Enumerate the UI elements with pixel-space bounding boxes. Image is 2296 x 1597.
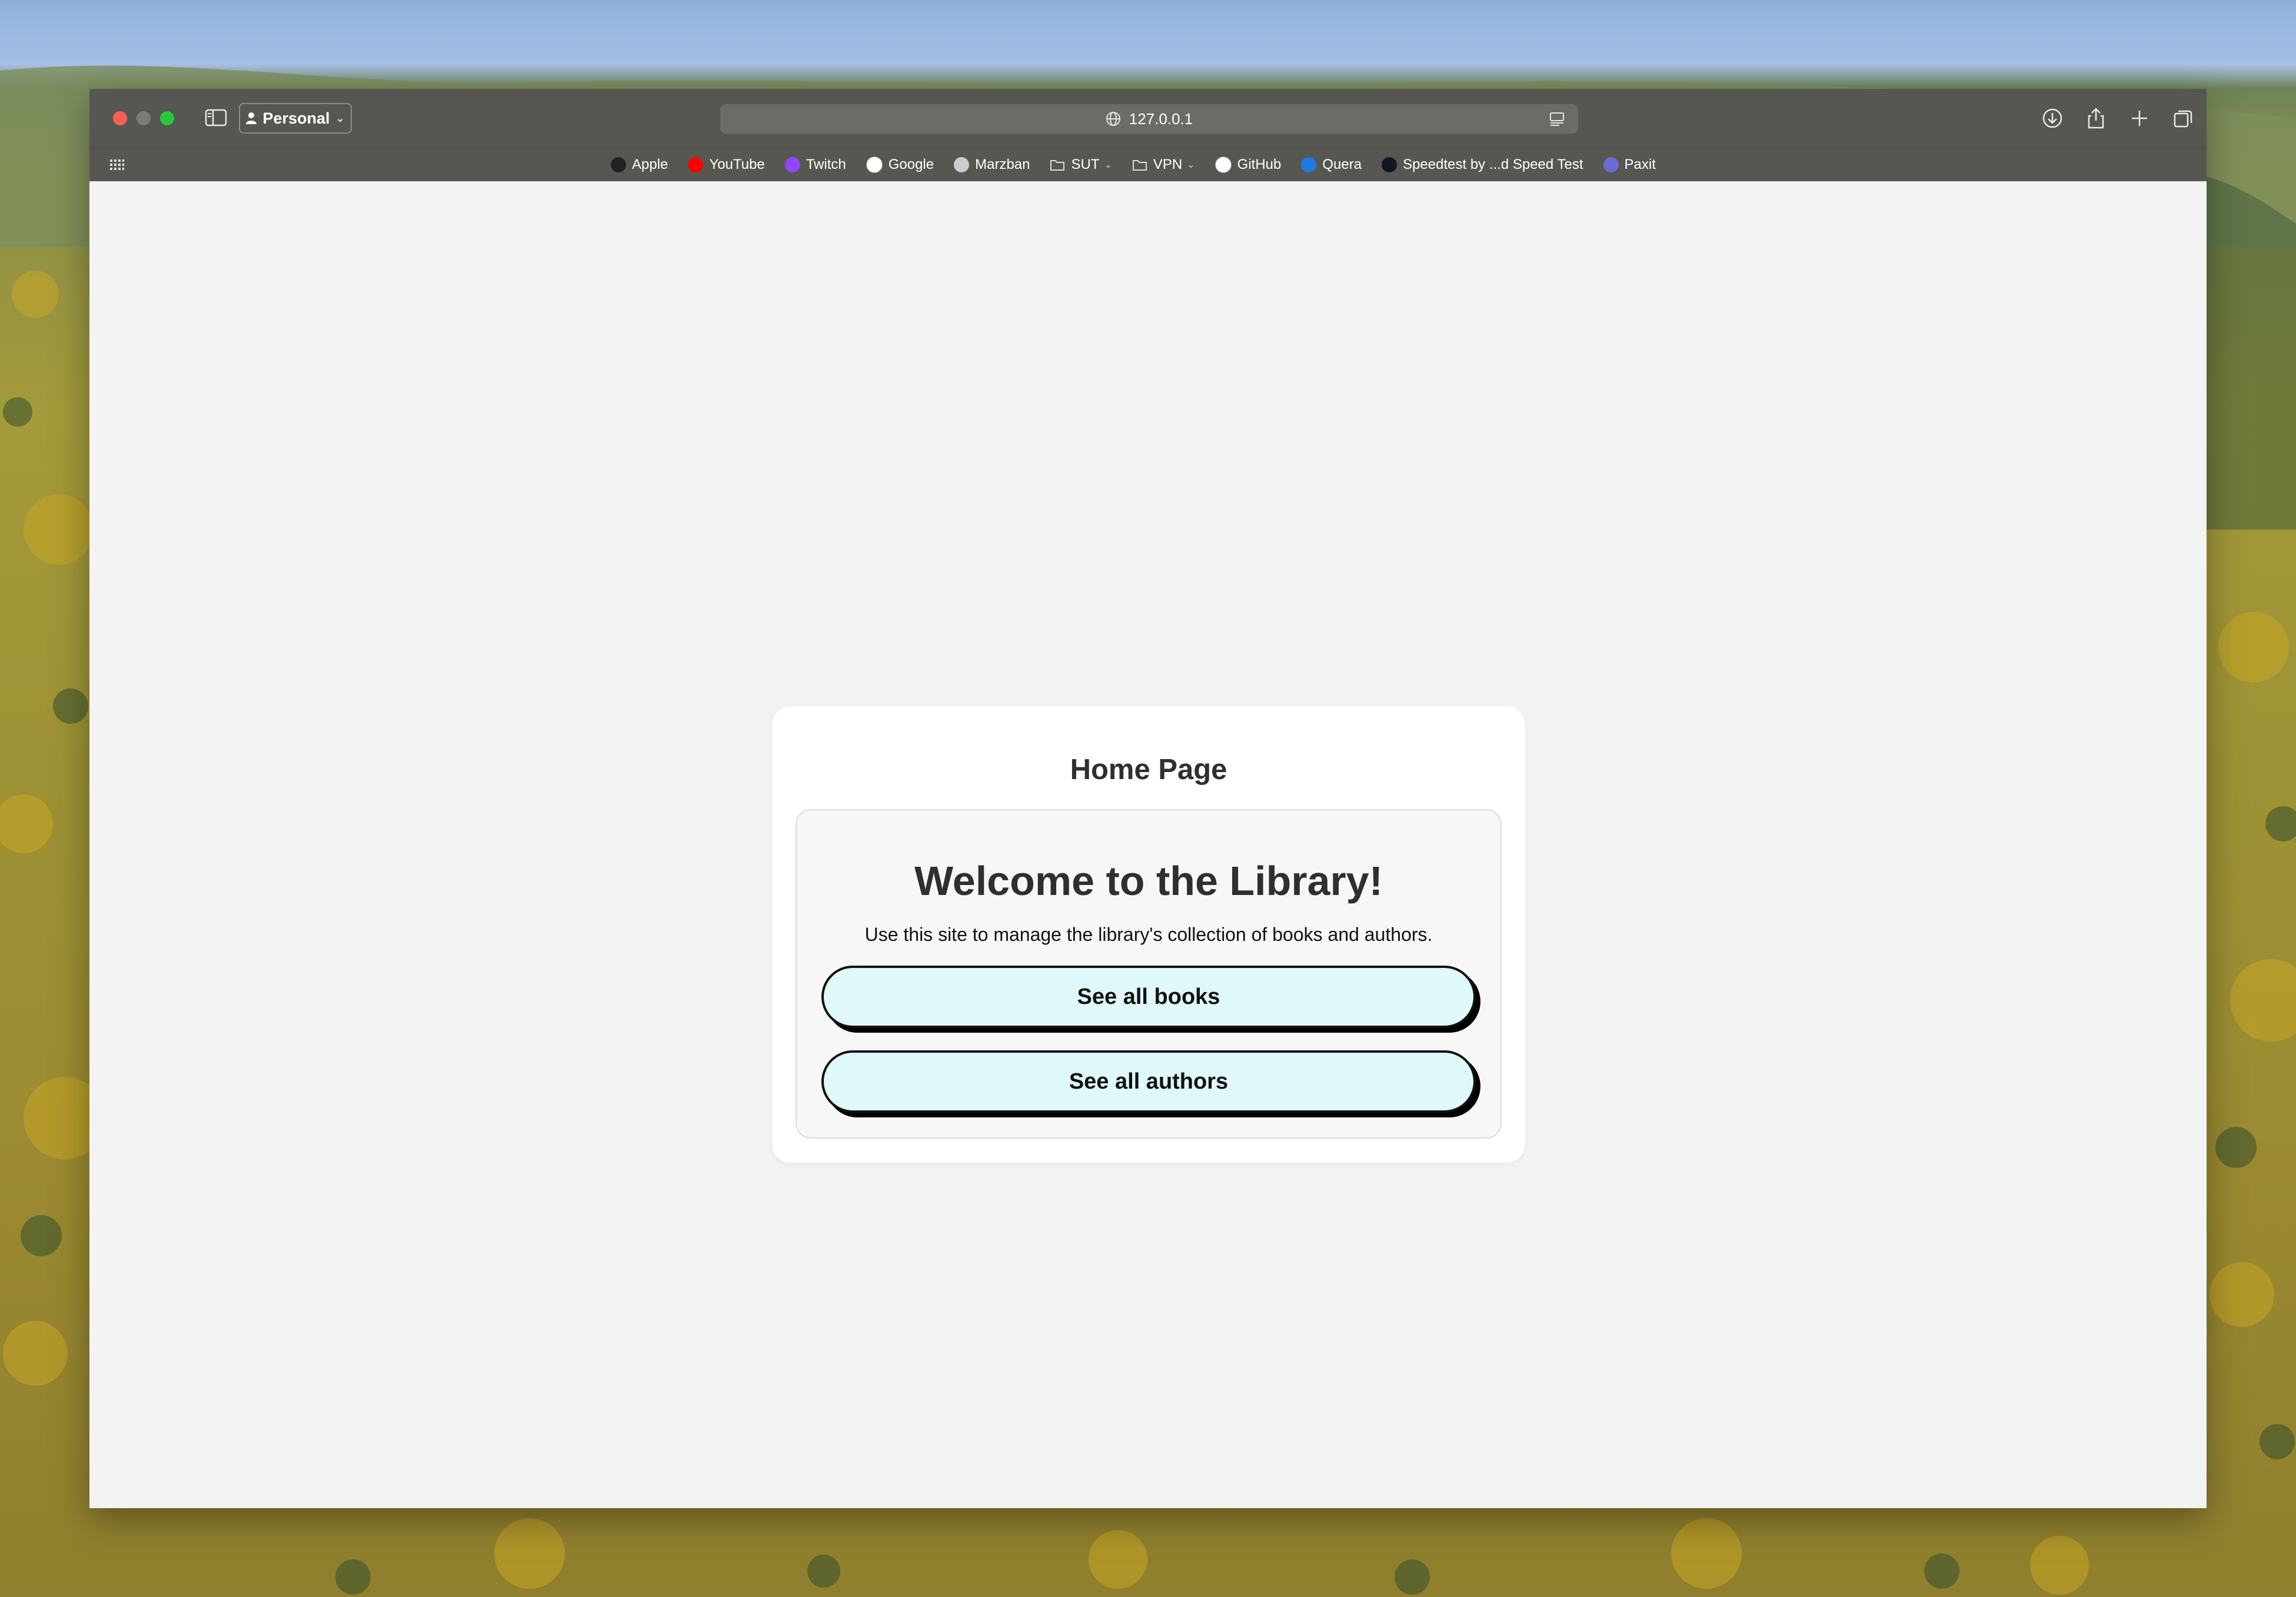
bookmark-list: Apple YouTube Twitch Google Marzban SUT ⌄ VPN ⌄ G… <box>611 148 1656 181</box>
bookmark-github[interactable]: GitHub <box>1214 157 1282 173</box>
bookmark-twitch[interactable]: Twitch <box>784 157 846 173</box>
bookmark-google[interactable]: Google <box>866 157 934 173</box>
bookmarks-bar: Apple YouTube Twitch Google Marzban SUT ⌄ VPN ⌄ G… <box>89 148 2207 181</box>
quera-icon <box>1301 157 1317 172</box>
profile-label: Personal <box>262 109 330 127</box>
chevron-down-icon: ⌄ <box>1187 160 1195 170</box>
folder-icon <box>1132 157 1147 172</box>
see-all-books-button[interactable]: See all books <box>821 966 1476 1028</box>
youtube-icon <box>688 157 704 172</box>
close-window-button[interactable] <box>113 111 127 125</box>
chevron-down-icon: ⌄ <box>335 112 345 124</box>
marzban-icon <box>954 157 970 172</box>
twitch-icon <box>784 157 800 172</box>
apple-icon <box>611 157 626 172</box>
bookmark-apple[interactable]: Apple <box>611 157 668 173</box>
bookmark-label: Speedtest by ...d Speed Test <box>1403 157 1583 172</box>
bookmark-label: SUT <box>1071 157 1100 172</box>
download-icon[interactable] <box>2041 107 2064 130</box>
bookmark-youtube[interactable]: YouTube <box>688 157 765 173</box>
github-icon <box>1214 157 1232 173</box>
apps-grid-icon[interactable] <box>109 158 125 172</box>
bookmark-marzban[interactable]: Marzban <box>954 157 1030 173</box>
bookmark-label: GitHub <box>1237 157 1282 172</box>
bookmark-sut[interactable]: SUT ⌄ <box>1050 157 1112 173</box>
bookmark-label: VPN <box>1153 157 1183 172</box>
bookmark-label: Quera <box>1322 157 1362 172</box>
person-icon <box>246 112 257 124</box>
profile-switcher[interactable]: Personal ⌄ <box>239 103 352 134</box>
fullscreen-window-button[interactable] <box>160 111 174 125</box>
bookmark-label: Paxit <box>1624 157 1656 172</box>
paxit-icon <box>1603 157 1619 172</box>
page-title: Home Page <box>1070 754 1227 786</box>
browser-window: Personal ⌄ 127.0.0.1 Apple YouTube Twitc… <box>89 89 2207 1508</box>
bookmark-paxit[interactable]: Paxit <box>1603 157 1656 173</box>
page-viewport: Home Page Welcome to the Library! Use th… <box>89 181 2207 1508</box>
bookmark-quera[interactable]: Quera <box>1301 157 1362 173</box>
bookmark-label: Marzban <box>975 157 1030 172</box>
share-icon[interactable] <box>2084 107 2108 130</box>
new-tab-icon[interactable] <box>2128 107 2151 130</box>
home-card: Home Page Welcome to the Library! Use th… <box>772 706 1525 1163</box>
url-text: 127.0.0.1 <box>1129 109 1193 128</box>
speedtest-icon <box>1382 157 1397 172</box>
see-all-authors-button[interactable]: See all authors <box>821 1050 1476 1113</box>
chevron-down-icon: ⌄ <box>1104 160 1112 170</box>
address-bar[interactable]: 127.0.0.1 <box>720 104 1578 134</box>
bookmark-vpn[interactable]: VPN ⌄ <box>1132 157 1195 173</box>
google-icon <box>866 157 883 173</box>
welcome-description: Use this site to manage the library's co… <box>864 924 1433 945</box>
welcome-heading: Welcome to the Library! <box>914 858 1383 904</box>
globe-icon <box>1106 112 1120 126</box>
welcome-panel: Welcome to the Library! Use this site to… <box>796 809 1502 1139</box>
bookmark-label: YouTube <box>709 157 765 172</box>
bookmark-speedtest-by-d-speed-test[interactable]: Speedtest by ...d Speed Test <box>1382 157 1583 173</box>
folder-icon <box>1050 157 1065 172</box>
sidebar-toggle-icon[interactable] <box>205 108 227 127</box>
tab-overview-icon[interactable] <box>2171 107 2195 130</box>
minimize-window-button[interactable] <box>137 111 151 125</box>
browser-titlebar: Personal ⌄ 127.0.0.1 <box>89 89 2207 148</box>
bookmark-label: Twitch <box>806 157 846 172</box>
bookmark-label: Apple <box>632 157 668 172</box>
bookmark-label: Google <box>888 157 934 172</box>
reader-view-icon[interactable] <box>1549 111 1565 127</box>
